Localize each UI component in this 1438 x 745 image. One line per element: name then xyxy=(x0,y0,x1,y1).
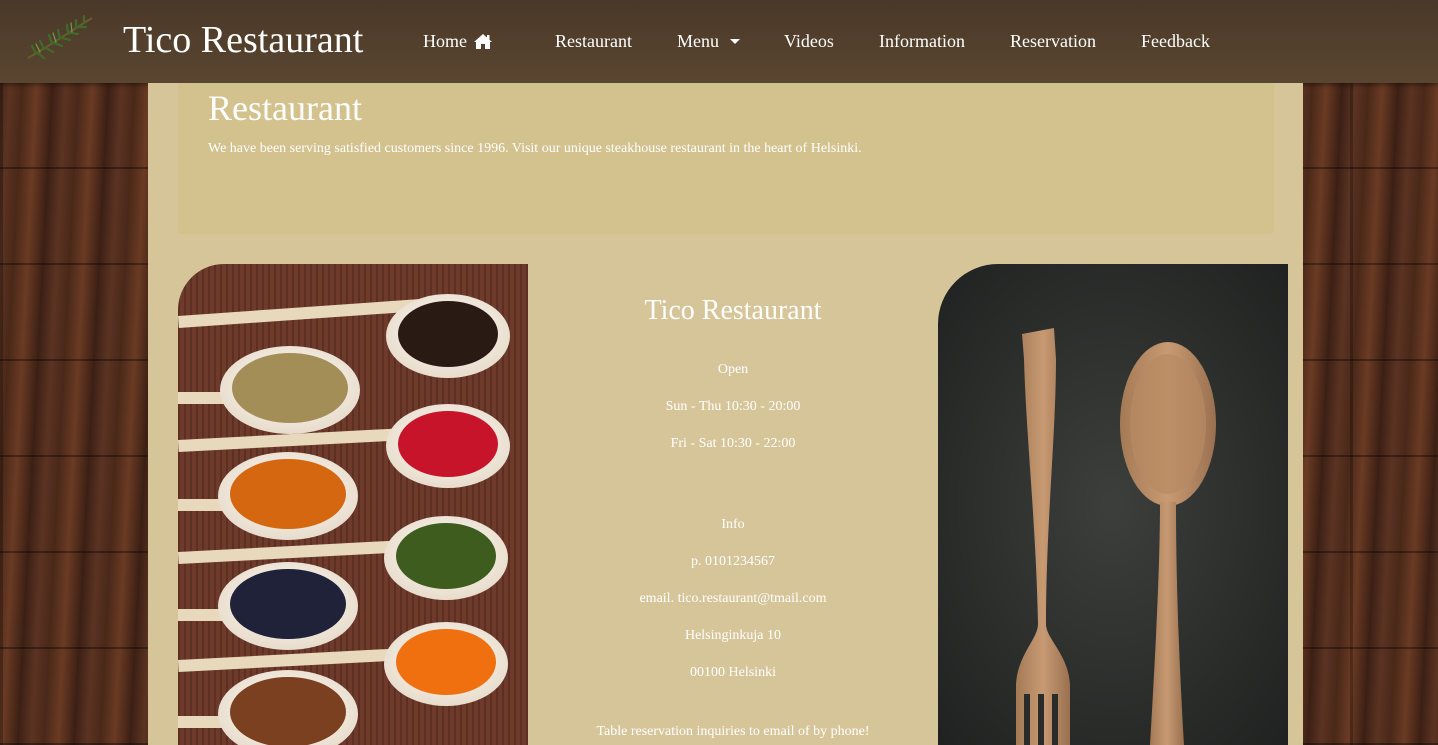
reservation-note: Table reservation inquiries to email of … xyxy=(596,724,870,739)
info-label: Info xyxy=(721,517,745,532)
spices-in-wooden-spoons-image xyxy=(178,264,528,745)
wooden-fork-and-spoon-image xyxy=(938,264,1288,745)
nav-home[interactable]: Home xyxy=(423,29,493,53)
home-icon xyxy=(473,33,493,50)
brand-title[interactable]: Tico Restaurant xyxy=(123,16,363,64)
page-title: Restaurant xyxy=(208,88,362,128)
nav-feedback[interactable]: Feedback xyxy=(1141,29,1210,53)
nav-menu-dropdown[interactable]: Menu xyxy=(677,29,740,53)
hours-weekday: Sun - Thu 10:30 - 20:00 xyxy=(665,399,801,414)
main-container: Restaurant We have been serving satisfie… xyxy=(148,83,1303,745)
nav-restaurant[interactable]: Restaurant xyxy=(555,29,632,53)
nav-home-label: Home xyxy=(423,31,467,51)
nav-information[interactable]: Information xyxy=(879,29,965,53)
nav-videos[interactable]: Videos xyxy=(784,29,834,53)
rosemary-logo-icon[interactable] xyxy=(26,14,94,62)
caret-down-icon xyxy=(730,38,740,44)
intro-text: We have been serving satisfied customers… xyxy=(208,141,862,156)
hours-weekend: Fri - Sat 10:30 - 22:00 xyxy=(670,436,796,451)
nav-reservation[interactable]: Reservation xyxy=(1010,29,1096,53)
phone-number: p. 0101234567 xyxy=(691,554,775,569)
street-address: Helsinginkuja 10 xyxy=(684,628,782,643)
jumbotron: Restaurant We have been serving satisfie… xyxy=(178,83,1274,234)
restaurant-name: Tico Restaurant xyxy=(644,295,822,326)
email-address: email. tico.restaurant@tmail.com xyxy=(639,591,827,606)
navbar: Tico Restaurant Home Restaurant Menu Vid… xyxy=(0,0,1438,83)
city-address: 00100 Helsinki xyxy=(690,665,776,680)
nav-menu-label: Menu xyxy=(677,31,719,51)
open-label: Open xyxy=(717,362,749,377)
